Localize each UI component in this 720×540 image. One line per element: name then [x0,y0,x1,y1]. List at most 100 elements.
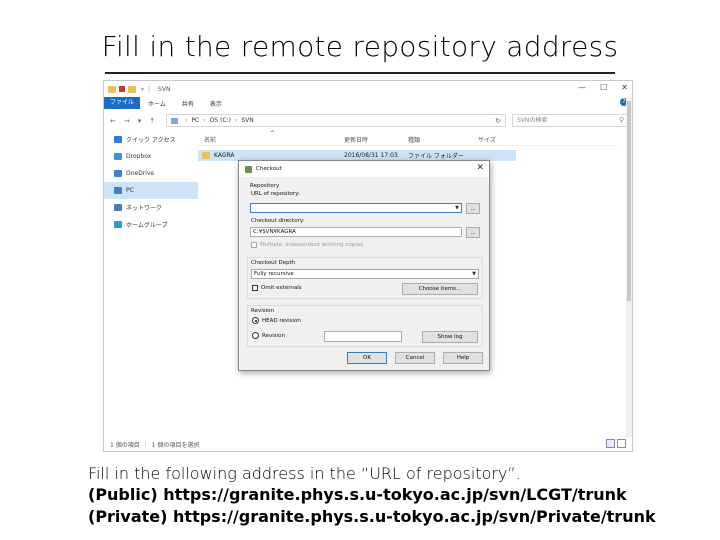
selected-count: 1 個の項目を選択 [151,441,200,449]
close-icon[interactable]: ✕ [621,83,628,92]
breadcrumb-drive[interactable]: OS (C:) [210,117,231,124]
address-bar[interactable]: › PC › OS (C:) › SVN ↻ [166,114,506,127]
vertical-scrollbar[interactable] [626,97,632,437]
private-url-text: (Private) https://granite.phys.s.u-tokyo… [88,507,656,526]
depth-value: Fully recursive [254,271,294,277]
dialog-title: Checkout [256,166,282,172]
checkout-directory-input[interactable]: C:¥SVN¥KAGRA [250,227,462,237]
breadcrumb-svn[interactable]: SVN [241,117,253,124]
checkout-dialog: Checkout ✕ Repository URL of repository:… [238,160,490,371]
ribbon-tab-file[interactable]: ファイル [104,97,141,109]
window-controls: — ☐ ✕ [578,83,628,92]
nav-item-onedrive[interactable]: OneDrive [104,165,198,182]
maximize-icon[interactable]: ☐ [600,83,607,92]
radio-label: HEAD revision [262,317,301,324]
nav-item-dropbox[interactable]: Dropbox [104,148,198,165]
pc-icon [171,117,178,124]
item-count: 1 個の項目 [110,441,140,449]
minimize-icon[interactable]: — [578,83,586,92]
breadcrumb-chevron-icon[interactable]: › [235,117,237,124]
navigation-pane: クイック アクセス Dropbox OneDrive PC ネットワーク ホーム… [104,131,198,431]
checkout-depth-group: Checkout Depth Fully recursive ▼ Omit ex… [247,257,483,299]
quick-access-dropdown-icon[interactable]: ▾ [141,86,144,93]
nav-item-quick-access[interactable]: クイック アクセス [104,131,198,148]
nav-item-network[interactable]: ネットワーク [104,199,198,216]
radio-label: Revision [262,332,285,339]
group-label-repository: Repository [250,183,280,189]
up-arrow-icon[interactable]: ↑ [149,117,155,125]
breadcrumb-chevron-icon[interactable]: › [185,117,187,124]
star-icon [114,136,122,143]
column-header-date[interactable]: 更新日時 [344,135,368,144]
specific-revision-radio[interactable]: Revision [252,332,285,339]
sort-caret-icon: ^ [270,130,276,137]
details-view-icon[interactable] [606,439,615,448]
view-toggle [606,439,626,448]
refresh-icon[interactable]: ↻ [495,117,501,125]
ribbon-tab-home[interactable]: ホーム [140,99,174,108]
ok-button[interactable]: OK [347,352,387,364]
revision-input[interactable] [324,331,402,342]
revision-group: Revision HEAD revision Revision Show log [247,305,483,347]
close-icon[interactable]: ✕ [476,163,484,173]
back-arrow-icon[interactable]: ← [110,117,116,125]
choose-items-button[interactable]: Choose items... [402,283,478,295]
file-list-header: 名前 ^ 更新日時 種類 サイズ [198,130,618,145]
column-header-type[interactable]: 種類 [408,135,420,144]
nav-item-label: OneDrive [126,170,155,177]
breadcrumb-chevron-icon[interactable]: › [203,117,205,124]
title-underline [105,72,615,74]
quick-access-properties-icon[interactable] [119,86,125,92]
group-label-revision: Revision [251,308,274,314]
head-revision-radio[interactable]: HEAD revision [252,317,301,324]
file-date: 2016/08/31 17:03 [344,152,398,159]
search-input[interactable]: SVNの検索 ⚲ [512,114,628,127]
radio-dot [252,317,259,324]
checkbox-label: Multiple, independent working copies [260,242,364,248]
explorer-titlebar: ▾ | SVN — ☐ ✕ [104,81,632,97]
multiple-working-copies-checkbox[interactable]: Multiple, independent working copies [251,242,363,248]
column-header-size[interactable]: サイズ [478,135,496,144]
url-of-repository-input[interactable]: ▼ [250,203,462,213]
header-divider [198,145,618,146]
group-label-depth: Checkout Depth [251,260,296,266]
nav-item-homegroup[interactable]: ホームグループ [104,216,198,233]
cancel-button[interactable]: Cancel [395,352,435,364]
omit-externals-checkbox[interactable]: Omit externals [252,285,302,291]
ribbon-tab-view[interactable]: 表示 [202,99,230,108]
chevron-down-icon[interactable]: ▼ [455,204,459,212]
checkout-depth-select[interactable]: Fully recursive ▼ [251,269,479,279]
ribbon-tab-share[interactable]: 共有 [174,99,202,108]
search-placeholder: SVNの検索 [517,117,548,124]
checkbox-box [252,285,258,291]
dialog-titlebar: Checkout ✕ [239,161,489,177]
nav-item-label: PC [126,187,134,194]
chevron-down-icon[interactable]: ▼ [472,270,476,278]
checkout-dir-label: Checkout directory: [251,218,305,224]
column-header-name[interactable]: 名前 [204,135,216,144]
breadcrumb-pc[interactable]: PC [191,117,199,124]
show-log-button[interactable]: Show log [422,331,478,343]
nav-item-label: ネットワーク [126,205,163,212]
nav-item-label: クイック アクセス [126,137,176,144]
browse-url-button[interactable]: ... [466,203,480,214]
scrollbar-thumb[interactable] [627,101,631,301]
browse-directory-button[interactable]: ... [466,227,480,238]
status-bar: 1 個の項目 | 1 個の項目を選択 [104,437,632,451]
large-icons-view-icon[interactable] [617,439,626,448]
title-separator: | [148,85,151,93]
folder-icon [202,152,210,159]
cloud-icon [114,170,122,177]
nav-item-label: ホームグループ [126,222,168,229]
search-icon: ⚲ [618,116,624,124]
status-separator: | [144,440,147,448]
new-folder-icon[interactable] [128,85,136,93]
computer-icon [114,187,122,194]
forward-arrow-icon[interactable]: → [124,117,130,125]
nav-item-pc[interactable]: PC [104,182,198,199]
recent-locations-icon[interactable]: ▾ [138,117,142,125]
dropbox-icon [114,153,122,160]
slide-title: Fill in the remote repository address [101,30,619,63]
tortoisesvn-icon [245,165,252,173]
help-button[interactable]: Help [443,352,483,364]
